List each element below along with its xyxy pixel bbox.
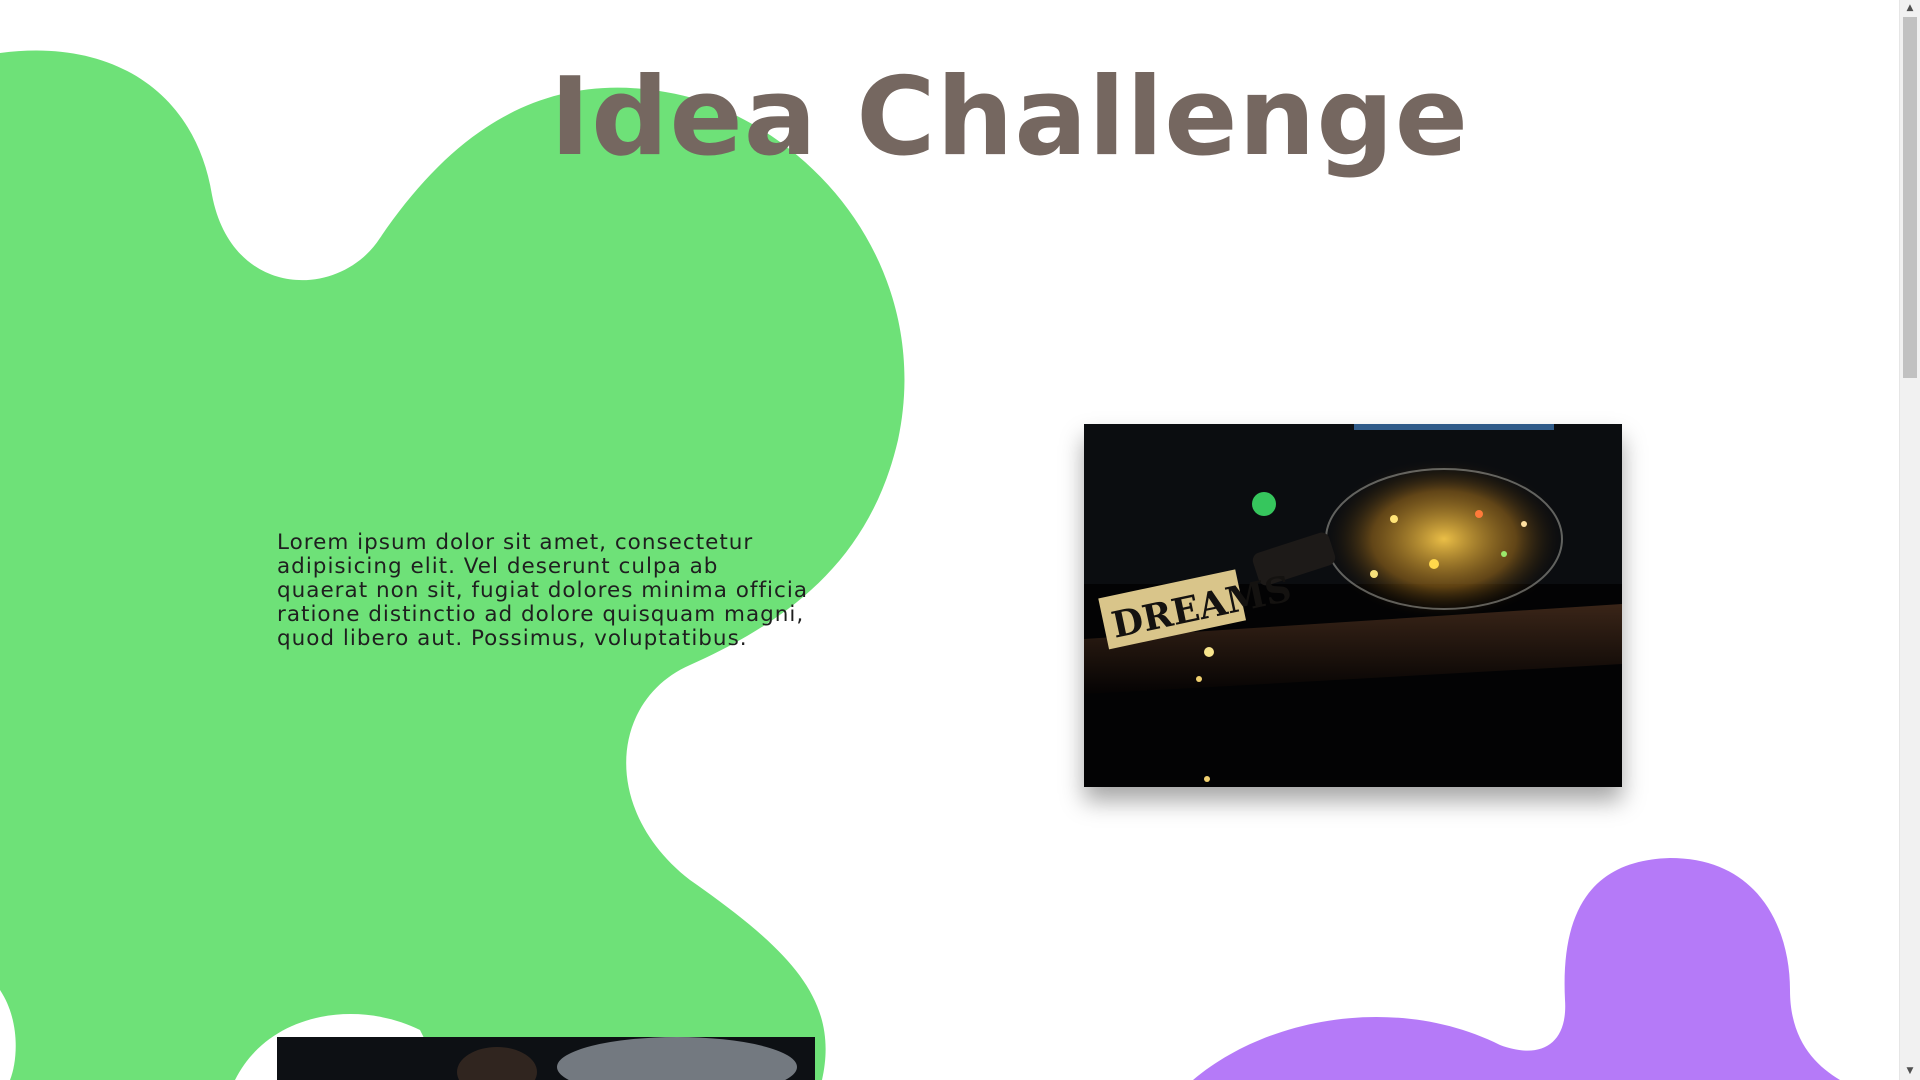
scroll-down-icon[interactable]: ▼ xyxy=(1900,1063,1920,1080)
scroll-up-icon[interactable]: ▲ xyxy=(1900,0,1920,17)
smoke-photo xyxy=(277,1037,815,1080)
scrollbar-thumb[interactable] xyxy=(1903,17,1917,378)
page-title: Idea Challenge xyxy=(550,55,1469,180)
dreams-bottle-photo: DREAMS xyxy=(1084,424,1622,787)
purple-blob-shape xyxy=(1193,858,1840,1080)
intro-paragraph: Lorem ipsum dolor sit amet, consectetur … xyxy=(277,530,808,651)
vertical-scrollbar[interactable]: ▲ ▼ xyxy=(1899,0,1920,1080)
